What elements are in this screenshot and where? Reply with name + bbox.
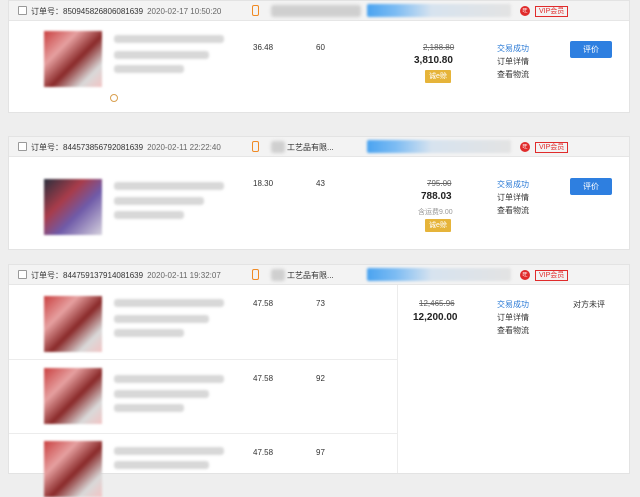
column-divider: [397, 285, 398, 473]
shop-avatar-blurred: [271, 141, 285, 153]
review-button[interactable]: 评价: [570, 41, 612, 58]
unit-price: 18.30: [253, 179, 274, 188]
review-button[interactable]: 评价: [570, 178, 612, 195]
quantity: 97: [316, 448, 325, 457]
product-title-blurred[interactable]: [114, 299, 224, 307]
product-title-blurred[interactable]: [114, 375, 224, 383]
checkbox-icon[interactable]: [18, 142, 27, 151]
review-status: 对方未评: [573, 300, 605, 309]
product-spec-blurred: [114, 211, 184, 219]
order-number: 订单号：850945826806081639: [31, 7, 144, 16]
product-thumbnail[interactable]: [44, 179, 102, 235]
view-logistics-link[interactable]: 查看物流: [497, 69, 529, 80]
shop-avatar-blurred: [271, 269, 285, 281]
unit-price: 47.58: [253, 374, 274, 383]
item-divider: [9, 433, 397, 434]
paid-total: 12,200.00: [413, 312, 458, 323]
product-thumbnail[interactable]: [44, 31, 102, 87]
product-spec-blurred: [114, 390, 209, 398]
mobile-phone-icon: [252, 5, 259, 16]
order-header: 订单号：844759137914081639 2020-02-11 19:32:0…: [9, 265, 629, 285]
status-link[interactable]: 交易成功: [497, 43, 529, 54]
quantity: 92: [316, 374, 325, 383]
product-spec-blurred: [114, 65, 184, 73]
seller-name-blurred[interactable]: [367, 268, 511, 281]
item-divider: [9, 359, 397, 360]
order-card: 订单号：844759137914081639 2020-02-11 19:32:0…: [8, 264, 630, 497]
order-number: 订单号：844573856792081639: [31, 143, 144, 152]
product-spec-blurred: [114, 197, 204, 205]
guarantee-icon: [110, 94, 118, 102]
order-card: 订单号：850945826806081639 2020-02-17 10:50:2…: [8, 0, 630, 113]
unit-price: 36.48: [253, 43, 274, 52]
unit-price: 47.58: [253, 299, 274, 308]
product-spec-blurred: [114, 329, 184, 337]
order-number: 订单号：844759137914081639: [31, 271, 144, 280]
mobile-phone-icon: [252, 141, 259, 152]
product-thumbnail[interactable]: [44, 368, 102, 424]
order-detail-link[interactable]: 订单详情: [497, 192, 529, 203]
order-header: 订单号：850945826806081639 2020-02-17 10:50:2…: [9, 1, 629, 21]
order-date: 2020-02-11 19:32:07: [147, 271, 221, 280]
view-logistics-link[interactable]: 查看物流: [497, 325, 529, 336]
quantity: 60: [316, 43, 325, 52]
product-spec-blurred: [114, 315, 209, 323]
paid-total: 3,810.80: [414, 55, 453, 66]
shipping-note: 含运费9.00: [418, 209, 453, 216]
order-detail-link[interactable]: 订单详情: [497, 56, 529, 67]
product-title-blurred[interactable]: [114, 35, 224, 43]
checkbox-icon[interactable]: [18, 6, 27, 15]
original-total: 795.00: [427, 179, 452, 188]
seller-name-blurred[interactable]: [367, 140, 511, 153]
product-thumbnail[interactable]: [44, 441, 102, 497]
status-link[interactable]: 交易成功: [497, 179, 529, 190]
order-date: 2020-02-17 10:50:20: [147, 7, 222, 16]
seller-name-blurred[interactable]: [367, 4, 511, 17]
vip-badge: VIP会员: [535, 6, 569, 17]
wangwang-chat-icon[interactable]: 旺: [520, 142, 530, 152]
wangwang-chat-icon[interactable]: 旺: [520, 270, 530, 280]
credit-tag: 诚e赊: [425, 219, 451, 232]
original-total: 2,188.80: [423, 43, 455, 52]
mobile-phone-icon: [252, 269, 259, 280]
order-card: 订单号：844573856792081639 2020-02-11 22:22:4…: [8, 136, 630, 250]
quantity: 43: [316, 179, 325, 188]
quantity: 73: [316, 299, 325, 308]
order-detail-link[interactable]: 订单详情: [497, 312, 529, 323]
shop-avatar-blurred: [271, 5, 361, 17]
order-date: 2020-02-11 22:22:40: [147, 143, 221, 152]
status-link[interactable]: 交易成功: [497, 299, 529, 310]
order-header: 订单号：844573856792081639 2020-02-11 22:22:4…: [9, 137, 629, 157]
product-spec-blurred: [114, 51, 209, 59]
product-spec-blurred: [114, 404, 184, 412]
original-total: 12,465.96: [419, 299, 455, 308]
product-title-blurred[interactable]: [114, 447, 224, 455]
shop-name[interactable]: 工艺品有限...: [287, 270, 334, 281]
vip-badge: VIP会员: [535, 270, 569, 281]
wangwang-chat-icon[interactable]: 旺: [520, 6, 530, 16]
unit-price: 47.58: [253, 448, 274, 457]
checkbox-icon[interactable]: [18, 270, 27, 279]
product-thumbnail[interactable]: [44, 296, 102, 352]
shop-name[interactable]: 工艺品有限...: [287, 142, 334, 153]
credit-tag: 诚e赊: [425, 70, 451, 83]
view-logistics-link[interactable]: 查看物流: [497, 205, 529, 216]
vip-badge: VIP会员: [535, 142, 569, 153]
paid-total: 788.03: [421, 191, 452, 202]
product-title-blurred[interactable]: [114, 182, 224, 190]
